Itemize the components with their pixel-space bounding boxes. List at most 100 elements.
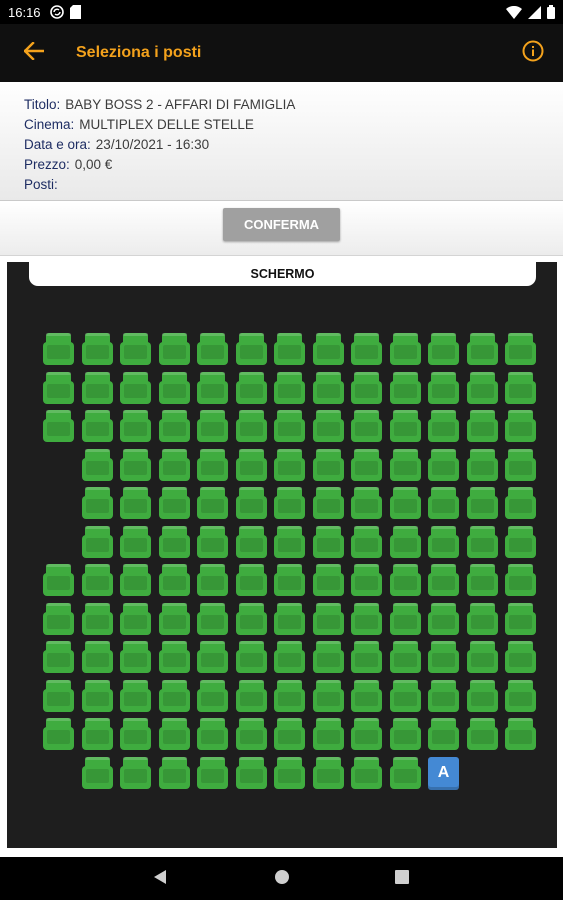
- seat[interactable]: [505, 679, 536, 712]
- seat[interactable]: [466, 487, 498, 519]
- seat[interactable]: [466, 641, 498, 673]
- seat[interactable]: [312, 371, 344, 404]
- seat[interactable]: [197, 602, 228, 635]
- seat[interactable]: [505, 718, 536, 750]
- seat[interactable]: [197, 333, 228, 365]
- seat[interactable]: [274, 564, 305, 596]
- seat[interactable]: [351, 487, 382, 519]
- seat[interactable]: [158, 718, 190, 750]
- seat[interactable]: [505, 371, 536, 404]
- seat[interactable]: [428, 371, 459, 404]
- seat[interactable]: [158, 756, 190, 789]
- seat[interactable]: [158, 487, 190, 519]
- seat[interactable]: [235, 371, 267, 404]
- seat[interactable]: [197, 525, 228, 558]
- seat[interactable]: [158, 333, 190, 365]
- seat[interactable]: [505, 410, 536, 442]
- nav-home-button[interactable]: [270, 867, 294, 891]
- seat[interactable]: [312, 410, 344, 442]
- seat[interactable]: [389, 756, 421, 789]
- seat[interactable]: [43, 410, 74, 442]
- seat[interactable]: [274, 371, 305, 404]
- seat[interactable]: [351, 756, 382, 789]
- seat[interactable]: [43, 333, 74, 365]
- seat[interactable]: [428, 718, 459, 750]
- seat[interactable]: [351, 641, 382, 673]
- seat[interactable]: [428, 333, 459, 365]
- back-button[interactable]: [18, 38, 50, 68]
- seat[interactable]: [197, 487, 228, 519]
- seat[interactable]: [197, 448, 228, 481]
- seat-special-a[interactable]: A: [428, 756, 459, 790]
- seat[interactable]: [428, 602, 459, 635]
- seat[interactable]: [351, 602, 382, 635]
- seat[interactable]: [389, 564, 421, 596]
- seat[interactable]: [274, 602, 305, 635]
- seat[interactable]: [389, 371, 421, 404]
- seat[interactable]: [351, 448, 382, 481]
- seat[interactable]: [466, 564, 498, 596]
- seat[interactable]: [197, 756, 228, 789]
- seat[interactable]: [428, 448, 459, 481]
- seat[interactable]: [120, 525, 151, 558]
- seat[interactable]: [81, 564, 113, 596]
- seat[interactable]: [120, 487, 151, 519]
- seat[interactable]: [389, 410, 421, 442]
- nav-recents-button[interactable]: [390, 867, 414, 891]
- seat[interactable]: [466, 602, 498, 635]
- seat[interactable]: [312, 487, 344, 519]
- seat[interactable]: [43, 564, 74, 596]
- seat[interactable]: [197, 641, 228, 673]
- seat[interactable]: [428, 564, 459, 596]
- seat[interactable]: [81, 333, 113, 365]
- seat[interactable]: [312, 525, 344, 558]
- seat[interactable]: [81, 410, 113, 442]
- seat[interactable]: [158, 371, 190, 404]
- seat[interactable]: [351, 564, 382, 596]
- seat[interactable]: [235, 333, 267, 365]
- seat[interactable]: [43, 679, 74, 712]
- seat[interactable]: [466, 679, 498, 712]
- seat[interactable]: [197, 410, 228, 442]
- seat[interactable]: [351, 679, 382, 712]
- seat[interactable]: [81, 487, 113, 519]
- seat[interactable]: [197, 564, 228, 596]
- seat[interactable]: [235, 525, 267, 558]
- seat[interactable]: [120, 410, 151, 442]
- seat[interactable]: [235, 641, 267, 673]
- seat[interactable]: [312, 333, 344, 365]
- seat[interactable]: [505, 564, 536, 596]
- seat[interactable]: [235, 448, 267, 481]
- seat[interactable]: [389, 602, 421, 635]
- seat[interactable]: [505, 641, 536, 673]
- seat[interactable]: [428, 679, 459, 712]
- nav-back-button[interactable]: [148, 867, 172, 891]
- seat[interactable]: [505, 602, 536, 635]
- seat[interactable]: [81, 718, 113, 750]
- seat[interactable]: [120, 641, 151, 673]
- seat[interactable]: [274, 333, 305, 365]
- seat[interactable]: [389, 718, 421, 750]
- seat[interactable]: [120, 333, 151, 365]
- seat[interactable]: [43, 718, 74, 750]
- seat[interactable]: [235, 718, 267, 750]
- seat[interactable]: [235, 564, 267, 596]
- seat[interactable]: [43, 602, 74, 635]
- seat[interactable]: [389, 641, 421, 673]
- seat[interactable]: [43, 371, 74, 404]
- seat[interactable]: [43, 641, 74, 673]
- seat[interactable]: [312, 718, 344, 750]
- seat[interactable]: [81, 641, 113, 673]
- seat[interactable]: [235, 602, 267, 635]
- seat[interactable]: [120, 756, 151, 789]
- seat[interactable]: [466, 448, 498, 481]
- seat[interactable]: [351, 718, 382, 750]
- seat[interactable]: [312, 641, 344, 673]
- seat[interactable]: [158, 525, 190, 558]
- seat[interactable]: [235, 487, 267, 519]
- seat[interactable]: [312, 756, 344, 789]
- seat[interactable]: [120, 564, 151, 596]
- seat[interactable]: [312, 564, 344, 596]
- seat[interactable]: [312, 679, 344, 712]
- seat[interactable]: [466, 371, 498, 404]
